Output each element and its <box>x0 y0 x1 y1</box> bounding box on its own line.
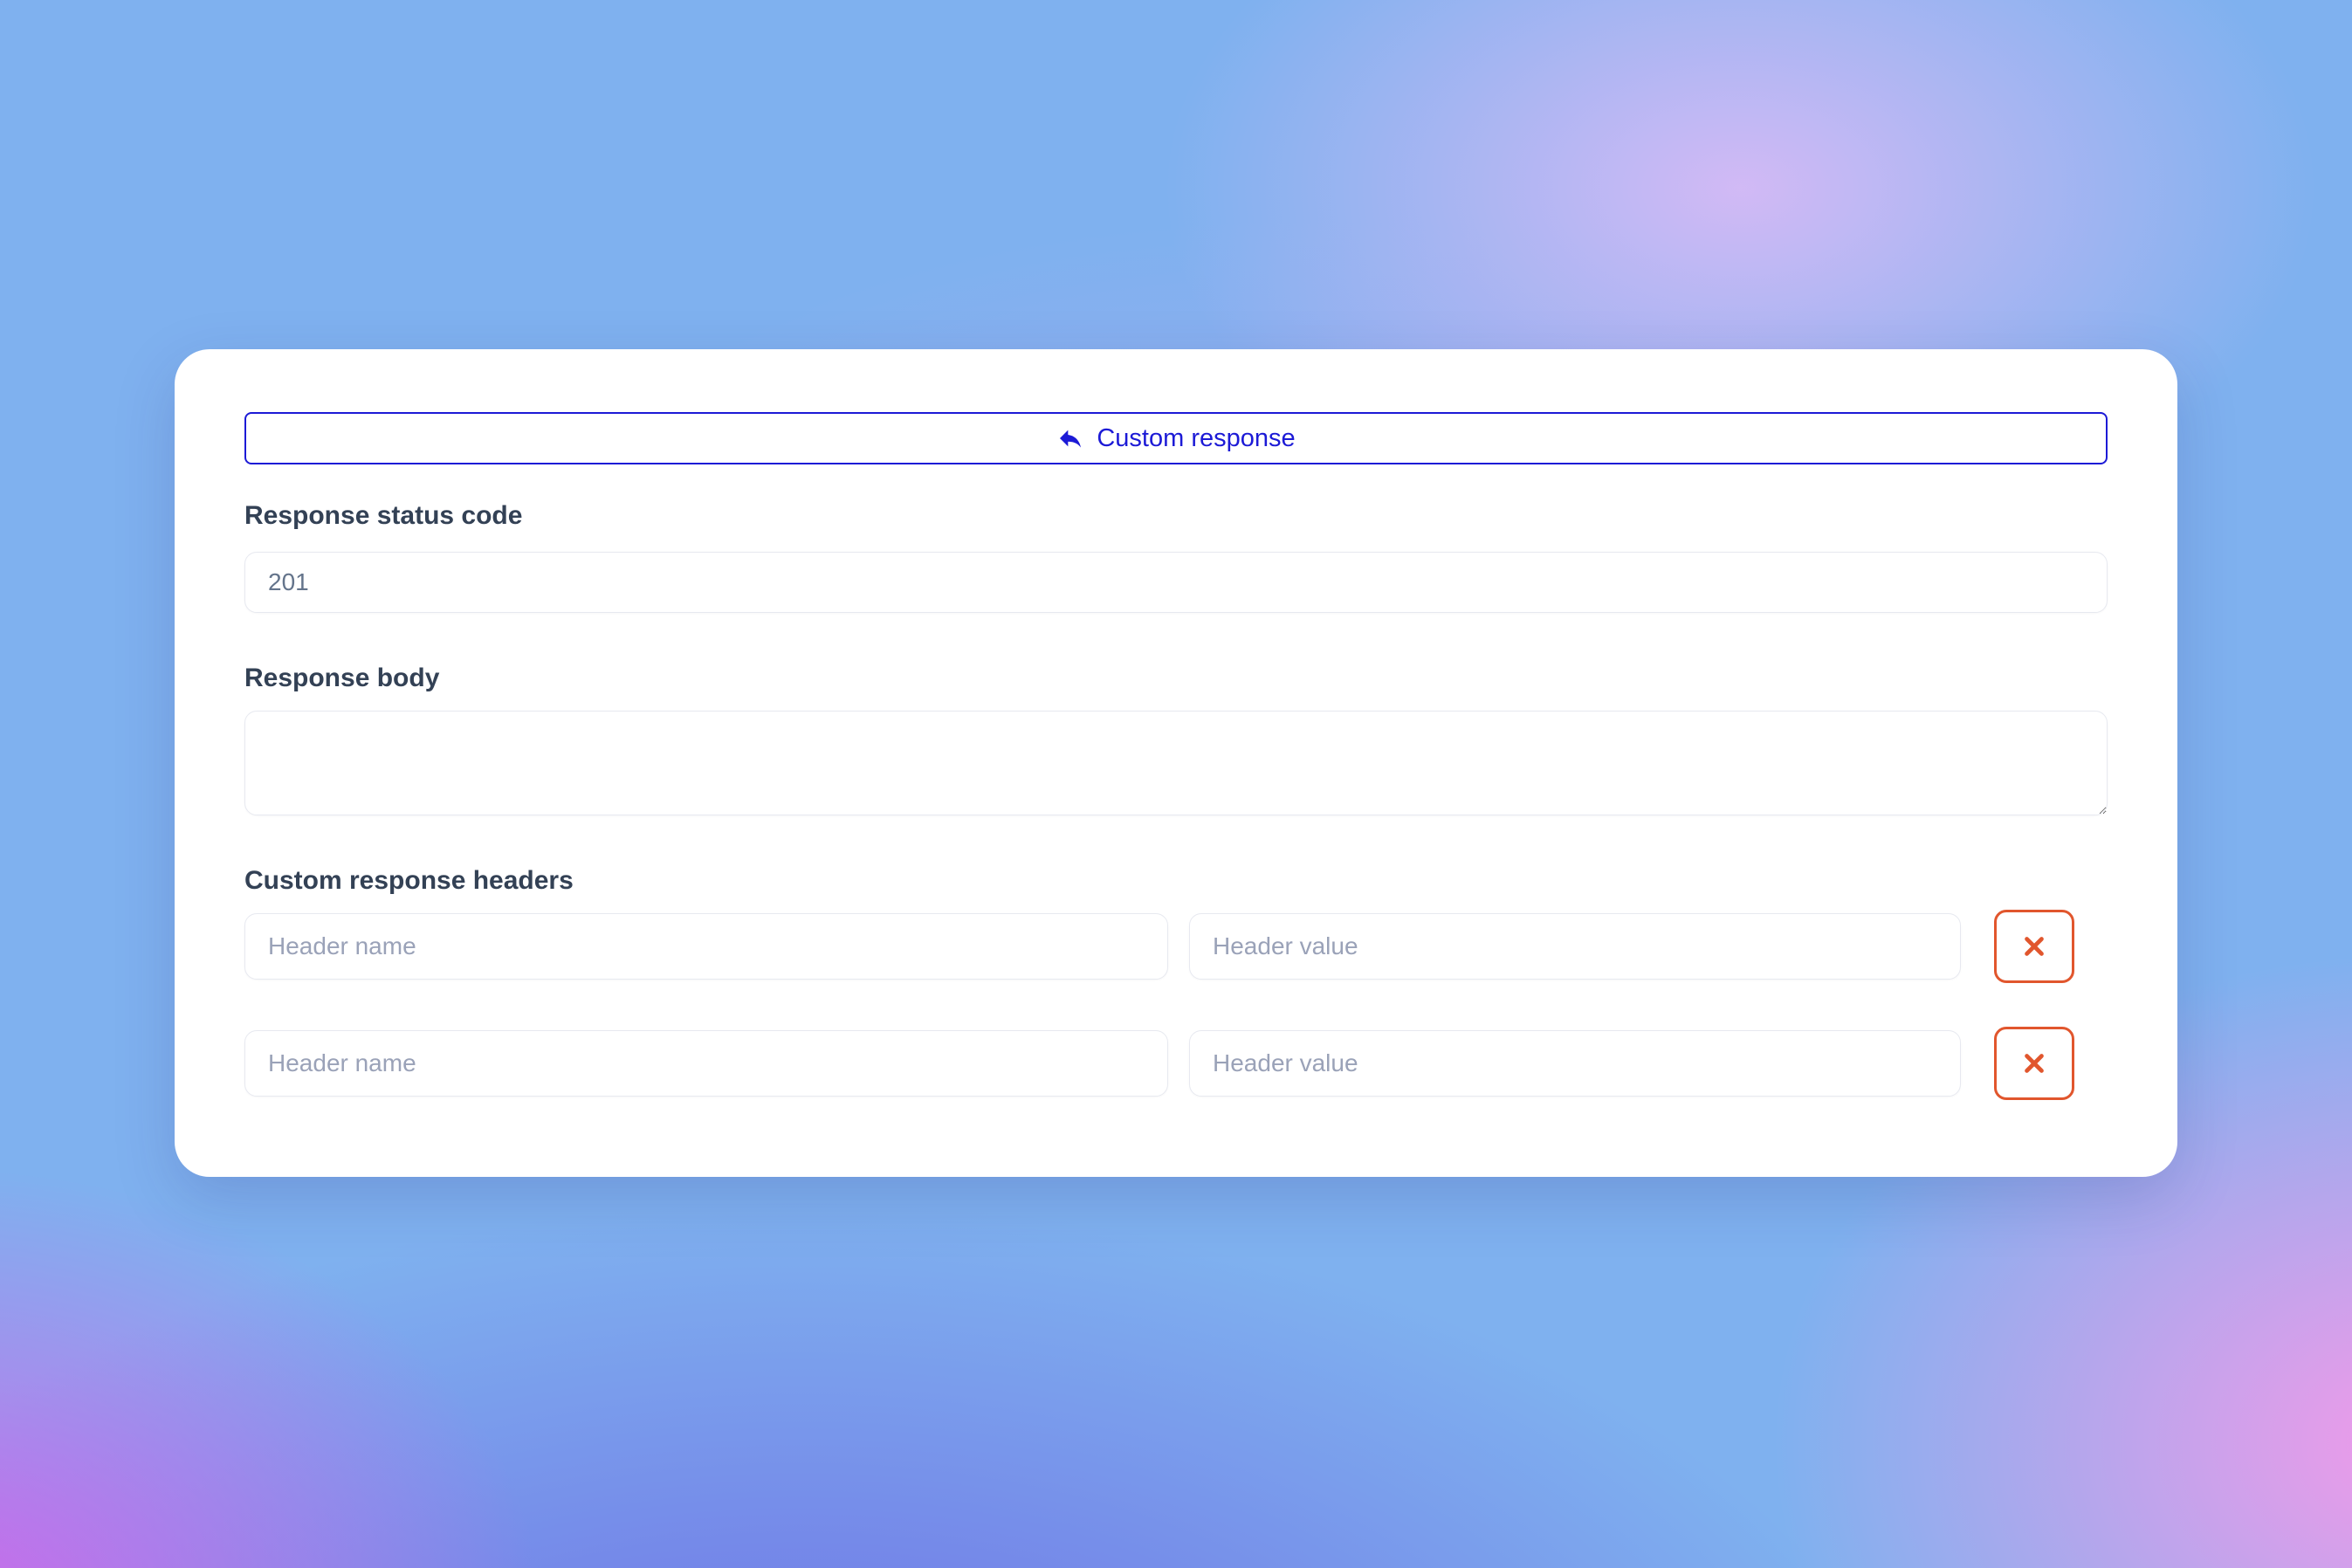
header-value-input[interactable] <box>1189 1030 1961 1097</box>
custom-response-card: Custom response Response status code Res… <box>175 349 2177 1177</box>
reply-arrow-icon <box>1056 424 1084 452</box>
page-background: { "card": { "custom_response_button": { … <box>0 0 2352 1568</box>
custom-response-button[interactable]: Custom response <box>244 412 2108 464</box>
header-name-input[interactable] <box>244 913 1168 980</box>
header-value-input[interactable] <box>1189 913 1961 980</box>
response-body-label: Response body <box>244 662 2108 695</box>
response-status-code-label: Response status code <box>244 499 2108 533</box>
header-name-input[interactable] <box>244 1030 1168 1097</box>
header-row <box>244 910 2108 983</box>
response-status-code-input[interactable] <box>244 552 2108 613</box>
custom-response-button-label: Custom response <box>1097 424 1295 453</box>
response-body-textarea[interactable] <box>244 711 2108 815</box>
remove-header-button[interactable] <box>1994 910 2074 983</box>
custom-response-headers-label: Custom response headers <box>244 864 2108 897</box>
header-row <box>244 1027 2108 1100</box>
close-x-icon <box>2018 930 2051 963</box>
close-x-icon <box>2018 1047 2051 1080</box>
remove-header-button[interactable] <box>1994 1027 2074 1100</box>
